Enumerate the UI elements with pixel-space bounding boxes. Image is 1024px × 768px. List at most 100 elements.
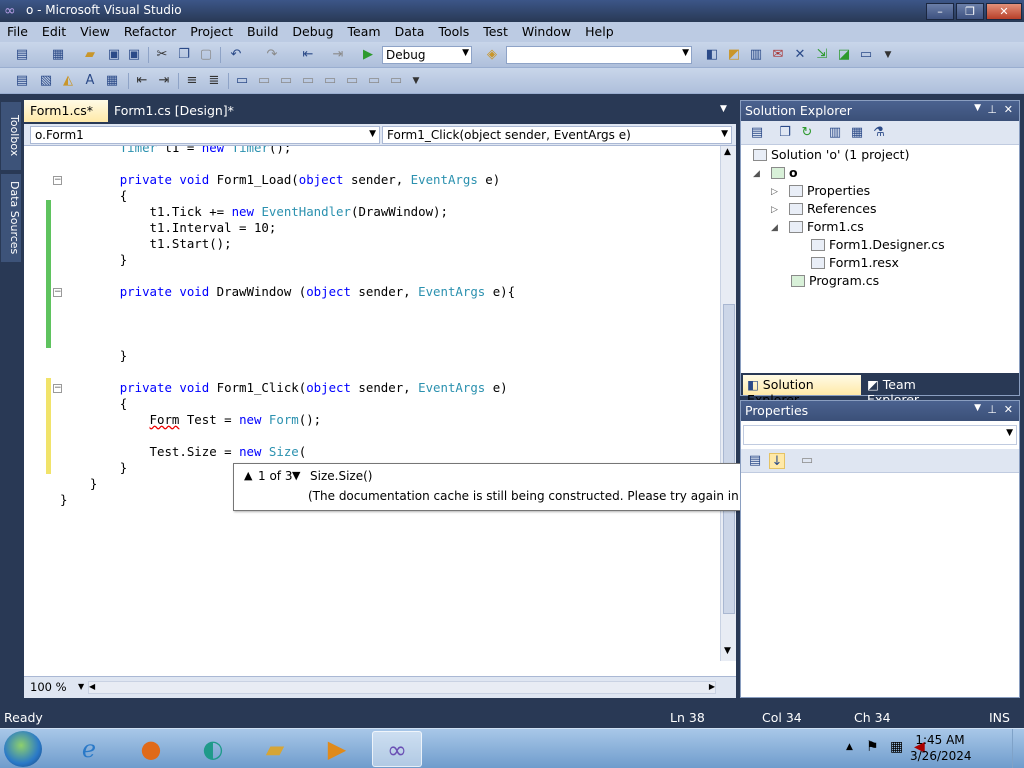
start-button[interactable] — [4, 731, 42, 767]
internet-explorer-icon[interactable]: ℯ — [64, 731, 114, 767]
menu-build[interactable]: Build — [240, 22, 285, 42]
action-center-flag-icon[interactable]: ⚑ — [866, 739, 879, 755]
tab-form1-design[interactable]: Form1.cs [Design]* — [108, 100, 248, 122]
tools-icon[interactable]: ✕ — [792, 47, 808, 63]
increase-indent-icon[interactable]: ⇥ — [156, 73, 172, 89]
toolbox-tab[interactable]: Toolbox — [1, 102, 21, 170]
menu-file[interactable]: File — [0, 22, 35, 42]
object-browser-icon[interactable]: ▥ — [748, 47, 764, 63]
show-all-files-icon[interactable]: ❐ — [777, 125, 793, 141]
menu-view[interactable]: View — [73, 22, 117, 42]
previous-bookmark-icon[interactable]: ▭ — [256, 73, 272, 89]
menu-refactor[interactable]: Refactor — [117, 22, 183, 42]
menu-window[interactable]: Window — [515, 22, 578, 42]
member-list-icon[interactable]: ▤ — [14, 73, 30, 89]
scroll-up-icon[interactable]: ▲ — [724, 147, 731, 157]
previous-overload-icon[interactable]: ▲ — [244, 469, 252, 482]
properties-window-icon[interactable]: ◩ — [726, 47, 742, 63]
visual-studio-taskbar-icon[interactable]: ∞ — [372, 731, 422, 767]
media-app-icon[interactable]: ◐ — [188, 731, 238, 767]
solution-explorer-icon[interactable]: ◧ — [704, 47, 720, 63]
undo-icon[interactable]: ↶ — [228, 47, 244, 63]
next-bookmark-doc-icon[interactable]: ▭ — [366, 73, 382, 89]
parameter-info-icon[interactable]: ▧ — [38, 73, 54, 89]
object-selector-combo[interactable]: ▼ — [743, 425, 1017, 445]
tab-form1-cs[interactable]: Form1.cs* — [24, 100, 108, 122]
next-bookmark-folder-icon[interactable]: ▭ — [322, 73, 338, 89]
show-hidden-icons-icon[interactable]: ▲ — [846, 742, 853, 752]
tree-program-cs[interactable]: Program.cs — [791, 272, 879, 290]
zoom-chevron-icon[interactable]: ▼ — [78, 682, 84, 691]
scroll-right-icon[interactable]: ▶ — [709, 682, 715, 691]
window-position-icon[interactable]: ▼ — [974, 403, 981, 413]
properties-icon[interactable]: ▤ — [749, 125, 765, 141]
copy-icon[interactable]: ❐ — [176, 47, 192, 63]
tab-list-chevron-icon[interactable]: ▼ — [720, 104, 727, 114]
minimize-button[interactable]: – — [926, 3, 954, 20]
collapse-region-icon[interactable]: − — [53, 384, 62, 393]
comment-lines-icon[interactable]: ≡ — [184, 73, 200, 89]
find-combo[interactable]: ▼ — [506, 46, 692, 64]
toolbar-options-icon[interactable]: ▼ — [408, 73, 424, 89]
tree-form1-cs[interactable]: Form1.cs — [789, 218, 864, 236]
save-all-icon[interactable]: ▣ — [126, 47, 142, 63]
menu-debug[interactable]: Debug — [285, 22, 340, 42]
data-sources-tab[interactable]: Data Sources — [1, 174, 21, 262]
pin-icon[interactable]: ⊥ — [987, 403, 997, 416]
new-project-icon[interactable]: ▤ — [14, 47, 30, 63]
quick-info-icon[interactable]: ◭ — [60, 73, 76, 89]
refresh-icon[interactable]: ↻ — [799, 125, 815, 141]
prev-bookmark-doc-icon[interactable]: ▭ — [344, 73, 360, 89]
close-icon[interactable]: ✕ — [1004, 403, 1013, 416]
navigate-forward-icon[interactable]: ⇥ — [330, 47, 346, 63]
maximize-button[interactable]: ❐ — [956, 3, 984, 20]
property-pages-icon[interactable]: ▭ — [799, 453, 815, 469]
view-designer-icon[interactable]: ▦ — [849, 125, 865, 141]
toolbar-options-icon[interactable]: ▼ — [880, 47, 896, 63]
uncomment-lines-icon[interactable]: ≣ — [206, 73, 222, 89]
toggle-bookmark-icon[interactable]: ▭ — [234, 73, 250, 89]
menu-edit[interactable]: Edit — [35, 22, 73, 42]
close-icon[interactable]: ✕ — [1004, 103, 1013, 116]
collapse-chevron-icon[interactable]: ◢ — [771, 223, 778, 233]
window-position-icon[interactable]: ▼ — [974, 103, 981, 113]
scroll-left-icon[interactable]: ◀ — [89, 682, 95, 691]
collapse-region-icon[interactable]: − — [53, 176, 62, 185]
show-desktop-button[interactable] — [1012, 729, 1024, 768]
prev-bookmark-folder-icon[interactable]: ▭ — [300, 73, 316, 89]
expand-chevron-icon[interactable]: ▷ — [771, 205, 778, 215]
toolbox-icon[interactable]: ✉ — [770, 47, 786, 63]
next-overload-icon[interactable]: ▼ — [292, 469, 300, 482]
tab-solution-explorer[interactable]: ◧ Solution Explorer — [743, 375, 861, 407]
horizontal-scrollbar[interactable]: ◀ ▶ — [88, 681, 716, 694]
clock[interactable]: 1:45 AM 3/26/2024 — [910, 732, 972, 764]
add-item-icon[interactable]: ▦ — [50, 47, 66, 63]
command-window-icon[interactable]: ▭ — [858, 47, 874, 63]
tree-form1-resx[interactable]: Form1.resx — [811, 254, 899, 272]
word-completion-icon[interactable]: A — [82, 73, 98, 89]
paste-icon[interactable]: ▢ — [198, 47, 214, 63]
menu-data[interactable]: Data — [388, 22, 432, 42]
open-folder-icon[interactable]: ▰ — [82, 47, 98, 63]
categorized-icon[interactable]: ▤ — [747, 453, 763, 469]
format-icon[interactable]: ▦ — [104, 73, 120, 89]
menu-test[interactable]: Test — [476, 22, 515, 42]
solution-configuration-combo[interactable]: Debug ▼ — [382, 46, 472, 64]
type-combo[interactable]: o.Form1 ▼ — [30, 126, 380, 144]
tree-form1-designer[interactable]: Form1.Designer.cs — [811, 236, 945, 254]
redo-icon[interactable]: ↷ — [264, 47, 280, 63]
tree-solution[interactable]: Solution 'o' (1 project) — [753, 146, 909, 164]
cut-icon[interactable]: ✂ — [154, 47, 170, 63]
scrollbar-thumb[interactable] — [723, 304, 735, 614]
menu-help[interactable]: Help — [578, 22, 621, 42]
alphabetical-icon[interactable]: ↓ — [769, 453, 785, 469]
find-in-files-icon[interactable]: ◈ — [484, 47, 500, 63]
collapse-region-icon[interactable]: − — [53, 288, 62, 297]
tree-references[interactable]: References — [789, 200, 876, 218]
media-player-icon[interactable]: ▶ — [312, 731, 362, 767]
firefox-icon[interactable]: ● — [126, 731, 176, 767]
tab-team-explorer[interactable]: ◩ Team Explorer — [863, 375, 975, 407]
view-code-icon[interactable]: ▥ — [827, 125, 843, 141]
menu-team[interactable]: Team — [341, 22, 388, 42]
extension-manager-icon[interactable]: ◪ — [836, 47, 852, 63]
